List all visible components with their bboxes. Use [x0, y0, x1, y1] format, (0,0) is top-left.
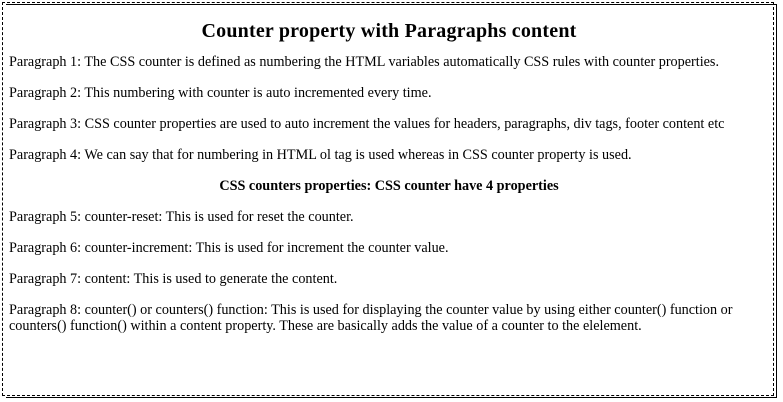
- properties-subheading: CSS counters properties: CSS counter hav…: [219, 178, 559, 194]
- paragraph-4: Paragraph 4: We can say that for numberi…: [9, 147, 632, 163]
- paragraph-2: Paragraph 2: This numbering with counter…: [9, 85, 432, 101]
- paragraph-3: Paragraph 3: CSS counter properties are …: [9, 116, 725, 132]
- paragraph-1: Paragraph 1: The CSS counter is defined …: [9, 54, 720, 70]
- page-title: Counter property with Paragraphs content: [201, 20, 577, 42]
- document-content: Counter property with Paragraphs content…: [9, 18, 769, 349]
- paragraph-5: Paragraph 5: counter-reset: This is used…: [9, 209, 354, 225]
- paragraph-8: Paragraph 8: counter() or counters() fun…: [9, 302, 733, 334]
- paragraph-6: Paragraph 6: counter-increment: This is …: [9, 240, 449, 256]
- paragraph-7: Paragraph 7: content: This is used to ge…: [9, 271, 338, 287]
